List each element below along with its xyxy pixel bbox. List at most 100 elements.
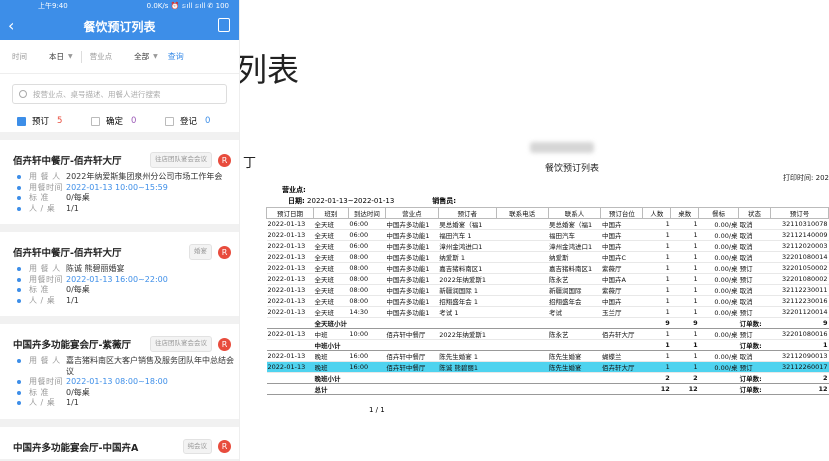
table-row[interactable]: 2022-01-13 晚班 16:00 佰卉轩中餐厅 陈先生婚宴 1 陈先生婚宴 蝴蝶兰 1 1…	[266, 350, 829, 362]
table-cell: 2022年纳爱斯1	[438, 273, 497, 285]
table-cell: 总计	[313, 383, 349, 395]
status-tab[interactable]: 确定 0	[91, 115, 165, 127]
document-icon[interactable]	[218, 18, 230, 32]
table-cell: 1	[642, 361, 671, 373]
reservation-card[interactable]: 佰卉轩中餐厅-佰卉轩大厅 往店团队宴会会议 R 用 餐 人 2022年纳爱斯集团泉州分公…	[0, 140, 239, 232]
table-cell: 订单数:	[738, 317, 771, 329]
detail-value: 2022-01-13 16:00~22:00	[66, 274, 168, 284]
table-cell: 紫薇厅	[600, 262, 643, 274]
detail-row: 用 餐 人陈诚 熊碧丽婚宴	[0, 264, 239, 275]
table-cell: 考试 1	[438, 306, 497, 318]
table-cell: 中国卉多功能1	[385, 240, 439, 252]
status-time: 上午9:40	[38, 2, 68, 10]
detail-row: 人 / 桌 1/1	[0, 204, 239, 215]
detail-value: 2022-01-13 10:00~15:59	[66, 182, 168, 192]
table-row[interactable]: 2022-01-13 晚班 16:00 佰卉轩中餐厅 陈诚 熊碧丽1 陈先生婚宴 佰卉轩大厅…	[266, 361, 829, 373]
table-cell: 取消	[738, 218, 771, 230]
table-cell: 订单数:	[738, 383, 771, 395]
column-header: 班别	[312, 207, 349, 219]
table-cell	[496, 317, 549, 329]
table-cell: 1	[642, 251, 671, 263]
detail-row: 用餐时间 2022-01-13 10:00~15:59	[0, 183, 239, 194]
table-cell: 新疆润国际 1	[438, 284, 497, 296]
card-header: 佰卉轩中餐厅-佰卉轩大厅 往店团队宴会会议 R	[0, 148, 239, 172]
table-cell	[496, 328, 549, 340]
table-cell	[496, 251, 549, 263]
reservation-card[interactable]: 佰卉轩中餐厅-佰卉轩大厅 婚宴 R 用 餐 人陈诚 熊碧丽婚宴 用餐时间 2022-01-…	[0, 232, 239, 324]
back-arrow-icon[interactable]: ‹	[8, 16, 14, 35]
table-cell: 新疆润国际	[548, 284, 601, 296]
table-row[interactable]: 2022-01-13 全天班 06:00 中国卉多功能1 漳州金鸿进口1 漳州金鸿进口1 中…	[266, 240, 829, 252]
tab-count: 5	[57, 116, 63, 126]
table-cell: 08:00	[348, 284, 386, 296]
table-cell: 陈先生婚宴	[548, 350, 601, 362]
tab-label: 确定	[106, 117, 124, 127]
table-cell: 中班小计	[313, 339, 349, 351]
card-header: 中国卉多功能宴会厅-中国卉A 纯会议 R	[0, 435, 239, 459]
table-cell: 全天班小计	[313, 317, 349, 329]
table-cell: 2022-01-13	[266, 229, 314, 241]
table-cell: 08:00	[348, 295, 386, 307]
column-header: 联系人	[547, 207, 602, 219]
table-cell	[438, 339, 497, 351]
table-cell	[385, 383, 439, 395]
tab-count: 0	[205, 116, 211, 126]
table-cell: 0.00/桌	[698, 262, 739, 274]
table-cell: 预订	[738, 262, 771, 274]
place-select[interactable]: 全部	[134, 51, 149, 62]
checkbox[interactable]	[17, 116, 26, 126]
table-row[interactable]: 2022-01-13 全天班 14:30 中国卉多功能1 考试 1 考试 玉兰厅 1 1 0.00…	[266, 306, 829, 318]
time-select[interactable]: 本日	[49, 51, 64, 62]
type-tag: 往店团队宴会会议	[150, 152, 212, 168]
table-cell: 晚班	[313, 361, 349, 373]
checkbox[interactable]	[165, 116, 174, 126]
table-row[interactable]: 2022-01-13 全天班 08:00 中国卉多功能1 2022年纳爱斯1 陈永艺 中国卉…	[266, 273, 829, 285]
table-cell	[698, 317, 739, 329]
table-cell: 取消	[738, 251, 771, 263]
search-input[interactable]: 按营业点、桌号描述、用餐人进行搜索	[12, 84, 227, 104]
table-row[interactable]: 2022-01-13 中班 10:00 佰卉轩中餐厅 2022年纳爱斯1 陈永艺 佰卉轩大厅…	[266, 328, 829, 340]
query-button[interactable]: 查询	[168, 51, 184, 62]
subtotal-row: 全天班小计 9 9 订单数: 9	[266, 317, 829, 329]
table-cell: 全天班	[313, 229, 349, 241]
status-tab[interactable]: 预订 5	[17, 115, 91, 127]
detail-value: 2022年纳爱斯集团泉州分公司市场工作年会	[66, 172, 223, 181]
tab-label: 预订	[32, 117, 50, 127]
bullet-dot	[17, 298, 21, 303]
table-row[interactable]: 2022-01-13 全天班 06:00 中国卉多功能1 吴总婚宴（福1 吴总婚宴（福1 中…	[266, 218, 829, 230]
table-cell: 32201120014	[770, 306, 829, 318]
table-cell	[348, 372, 386, 384]
status-tab[interactable]: 登记 0	[165, 115, 239, 127]
table-row[interactable]: 2022-01-13 全天班 08:00 中国卉多功能1 招翔盛年会 1 招翔盛年会 中国卉…	[266, 295, 829, 307]
table-cell	[496, 372, 549, 384]
table-cell: 08:00	[348, 251, 386, 263]
table-cell: 陈永艺	[548, 328, 601, 340]
bullet-dot	[17, 401, 21, 405]
table-cell: 10:00	[348, 328, 386, 340]
table-row[interactable]: 2022-01-13 全天班 06:00 中国卉多功能1 福田汽车 1 福田汽车 中国卉 1 1…	[266, 229, 829, 241]
table-cell: 2022-01-13	[266, 218, 314, 230]
table-cell: 0.00/桌	[698, 240, 739, 252]
table-cell: 0.00/桌	[698, 251, 739, 263]
table-cell: 32201080014	[770, 251, 829, 263]
bullet-dot	[17, 196, 21, 200]
table-cell: 32112020003	[770, 240, 829, 252]
checkbox[interactable]	[91, 116, 100, 126]
table-cell: 晚班	[313, 350, 349, 362]
table-cell: 中国卉多功能1	[385, 273, 439, 285]
table-cell: 1	[670, 251, 699, 263]
column-header: 营业点	[384, 207, 439, 219]
detail-row: 人 / 桌 1/1	[0, 398, 239, 409]
table-cell: 中国卉多功能1	[385, 306, 439, 318]
table-row[interactable]: 2022-01-13 全天班 08:00 中国卉多功能1 纳爱斯 1 纳爱斯 中国卉C 1 1 0…	[266, 251, 829, 263]
table-cell: 2	[770, 372, 829, 384]
table-row[interactable]: 2022-01-13 全天班 08:00 中国卉多功能1 新疆润国际 1 新疆润国际 紫薇厅…	[266, 284, 829, 296]
table-row[interactable]: 2022-01-13 全天班 08:00 中国卉多功能1 嘉吉猪料南区1 嘉吉猪料南区1 紫…	[266, 262, 829, 274]
table-cell	[698, 383, 739, 395]
table-cell: 1	[670, 273, 699, 285]
table-cell: 佰卉轩大厅	[600, 361, 643, 373]
reservation-card[interactable]: 中国卉多功能宴会厅-中国卉A 纯会议 R	[0, 427, 239, 461]
table-cell: 1	[642, 350, 671, 362]
reservation-card[interactable]: 中国卉多功能宴会厅-紫薇厅 往店团队宴会会议 R 用 餐 人嘉吉猪料南区大客户销售及服…	[0, 324, 239, 427]
doc-title: 餐饮预订列表	[545, 164, 600, 174]
